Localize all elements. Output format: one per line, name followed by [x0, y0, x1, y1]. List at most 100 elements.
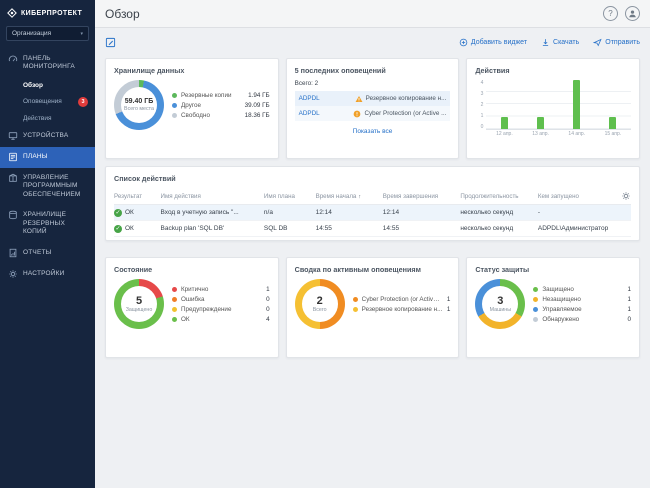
- latest-alerts-widget: 5 последних оповещений Всего: 2 ADPDL Ре…: [286, 58, 460, 159]
- column-header-duration[interactable]: Продолжительность: [460, 193, 538, 200]
- show-all-link[interactable]: Показать все: [295, 128, 451, 135]
- storage-legend: Резервные копии 1.94 ГБ Другое 39.09 ГБ …: [172, 92, 270, 119]
- sidebar-item-software-management[interactable]: УПРАВЛЕНИЕ ПРОГРАММНЫМ ОБЕСПЕЧЕНИЕМ: [0, 168, 95, 205]
- alerts-count-badge: 3: [78, 97, 88, 107]
- plans-icon: [7, 152, 18, 162]
- activity-row[interactable]: ✓ ОК Backup plan 'SQL DB' SQL DB 14:55 1…: [114, 221, 631, 237]
- legend-item: Незащищено 1: [533, 296, 631, 303]
- dashboard-toolbar: Добавить виджет Скачать Отправить: [95, 28, 650, 52]
- column-header-result[interactable]: Результат: [114, 193, 161, 200]
- device-link[interactable]: ADPDL: [299, 95, 320, 102]
- plan-name: n/a: [264, 209, 316, 216]
- plan-name: SQL DB: [264, 225, 316, 232]
- legend-item: Резервные копии 1.94 ГБ: [172, 92, 270, 99]
- legend-dot: [353, 297, 358, 302]
- alerts-summary-widget: Сводка по активным оповещениям 2 Всего: [286, 257, 460, 358]
- started-by: ADPDL\Администратор: [538, 225, 631, 232]
- sidebar-item-dashboard[interactable]: ПАНЕЛЬ МОНИТОРИНГА: [0, 49, 95, 78]
- sidebar-subitem-label: Действия: [23, 115, 51, 122]
- edit-dashboard-button[interactable]: [105, 37, 116, 48]
- storage-widget: Хранилище данных 59.40 ГБ Всего места: [105, 58, 279, 159]
- end-time: 12:14: [383, 209, 461, 216]
- legend-item: Предупреждение 0: [172, 306, 270, 313]
- legend-item: Защищено 1: [533, 286, 631, 293]
- alert-message: Cyber Protection (or Active ...: [364, 110, 446, 117]
- success-check-icon: ✓: [114, 225, 122, 233]
- legend-item: Cyber Protection (or Active P... 1: [353, 296, 451, 303]
- legend-dot: [533, 307, 538, 312]
- legend-dot: [533, 317, 538, 322]
- sidebar-item-overview[interactable]: Обзор: [0, 78, 95, 93]
- alert-row[interactable]: ADPDL Cyber Protection (or Active ...: [295, 106, 451, 121]
- state-legend: Критично 1 Ошибка 0 Предупреждение: [172, 286, 270, 323]
- report-icon: [7, 248, 18, 258]
- sidebar-item-backup-storage[interactable]: ХРАНИЛИЩЕ РЕЗЕРВНЫХ КОПИЙ: [0, 205, 95, 242]
- add-widget-label: Добавить виджет: [471, 39, 527, 46]
- sidebar-subitem-label: Обзор: [23, 82, 43, 89]
- gauge-icon: [7, 54, 18, 64]
- column-header-start-time[interactable]: Время начала↑: [316, 193, 383, 200]
- column-header-action-name[interactable]: Имя действия: [161, 193, 264, 200]
- sidebar-item-settings[interactable]: НАСТРОЙКИ: [0, 264, 95, 285]
- widget-title: Список действий: [114, 174, 631, 183]
- legend-dot: [172, 113, 177, 118]
- device-link[interactable]: ADPDL: [299, 110, 320, 117]
- sidebar-item-label: УСТРОЙСТВА: [23, 132, 68, 140]
- alert-message: Резервное копирование н...: [366, 95, 447, 102]
- column-header-end-time[interactable]: Время завершения: [383, 193, 461, 200]
- activities-chart-widget: Действия 43210 12 апр.13 апр.14 апр.15 а…: [466, 58, 640, 159]
- storage-total-label: Всего места: [124, 106, 154, 112]
- logo-text: КИБЕРПРОТЕКТ: [21, 10, 82, 17]
- warning-circle-icon: [353, 110, 361, 118]
- alerts-summary-legend: Cyber Protection (or Active P... 1 Резер…: [353, 296, 451, 313]
- sidebar-item-label: ПАНЕЛЬ МОНИТОРИНГА: [23, 55, 88, 72]
- protection-donut-chart: 3 Машины: [475, 279, 525, 329]
- user-icon: [627, 8, 638, 19]
- sidebar-item-plans[interactable]: ПЛАНЫ: [0, 147, 95, 168]
- widget-settings-gear-icon[interactable]: [619, 191, 631, 201]
- x-axis: 12 апр.13 апр.14 апр.15 апр.: [486, 130, 631, 138]
- sidebar-item-label: ОТЧЕТЫ: [23, 249, 52, 257]
- download-label: Скачать: [553, 39, 579, 46]
- result-label: ОК: [125, 209, 134, 216]
- legend-dot: [172, 307, 177, 312]
- sidebar-item-activities[interactable]: Действия: [0, 111, 95, 126]
- action-name: Backup plan 'SQL DB': [161, 225, 264, 232]
- activity-bar: [573, 80, 580, 129]
- organization-selector[interactable]: Организация ▾: [6, 26, 89, 41]
- help-button[interactable]: ?: [603, 6, 618, 21]
- alerts-summary-donut-chart: 2 Всего: [295, 279, 345, 329]
- column-header-started-by[interactable]: Кем запущено: [538, 193, 619, 200]
- sidebar-item-devices[interactable]: УСТРОЙСТВА: [0, 126, 95, 147]
- legend-dot: [172, 103, 177, 108]
- end-time: 14:55: [383, 225, 461, 232]
- logo-icon: [7, 8, 17, 18]
- legend-item: Ошибка 0: [172, 296, 270, 303]
- sidebar-item-alerts[interactable]: Оповещения 3: [0, 93, 95, 111]
- legend-item: Управляемое 1: [533, 306, 631, 313]
- warning-triangle-icon: [355, 95, 363, 103]
- column-header-plan-name[interactable]: Имя плана: [264, 193, 316, 200]
- send-icon: [593, 38, 602, 47]
- legend-item: Критично 1: [172, 286, 270, 293]
- download-button[interactable]: Скачать: [541, 38, 579, 47]
- legend-item: ОК 4: [172, 316, 270, 323]
- legend-item: Обнаружено 0: [533, 316, 631, 323]
- add-widget-button[interactable]: Добавить виджет: [459, 38, 527, 47]
- result-label: ОК: [125, 225, 134, 232]
- alerts-total: Всего: 2: [295, 80, 451, 87]
- sidebar-item-reports[interactable]: ОТЧЕТЫ: [0, 243, 95, 264]
- account-button[interactable]: [625, 6, 640, 21]
- alert-row[interactable]: ADPDL Резервное копирование н...: [295, 91, 451, 106]
- widget-title: Сводка по активным оповещениям: [295, 265, 451, 274]
- protection-status-widget: Статус защиты 3 Машины За: [466, 257, 640, 358]
- activity-bar: [501, 117, 508, 129]
- activities-bar-chart: 43210 12 апр.13 апр.14 апр.15 апр.: [475, 80, 631, 138]
- legend-item: Свободно 18.36 ГБ: [172, 112, 270, 119]
- activity-row[interactable]: ✓ ОК Вход в учетную запись "... n/a 12:1…: [114, 205, 631, 221]
- started-by: -: [538, 209, 631, 216]
- start-time: 14:55: [316, 225, 383, 232]
- send-button[interactable]: Отправить: [593, 38, 640, 47]
- package-icon: [7, 173, 18, 183]
- top-bar: Обзор ?: [95, 0, 650, 28]
